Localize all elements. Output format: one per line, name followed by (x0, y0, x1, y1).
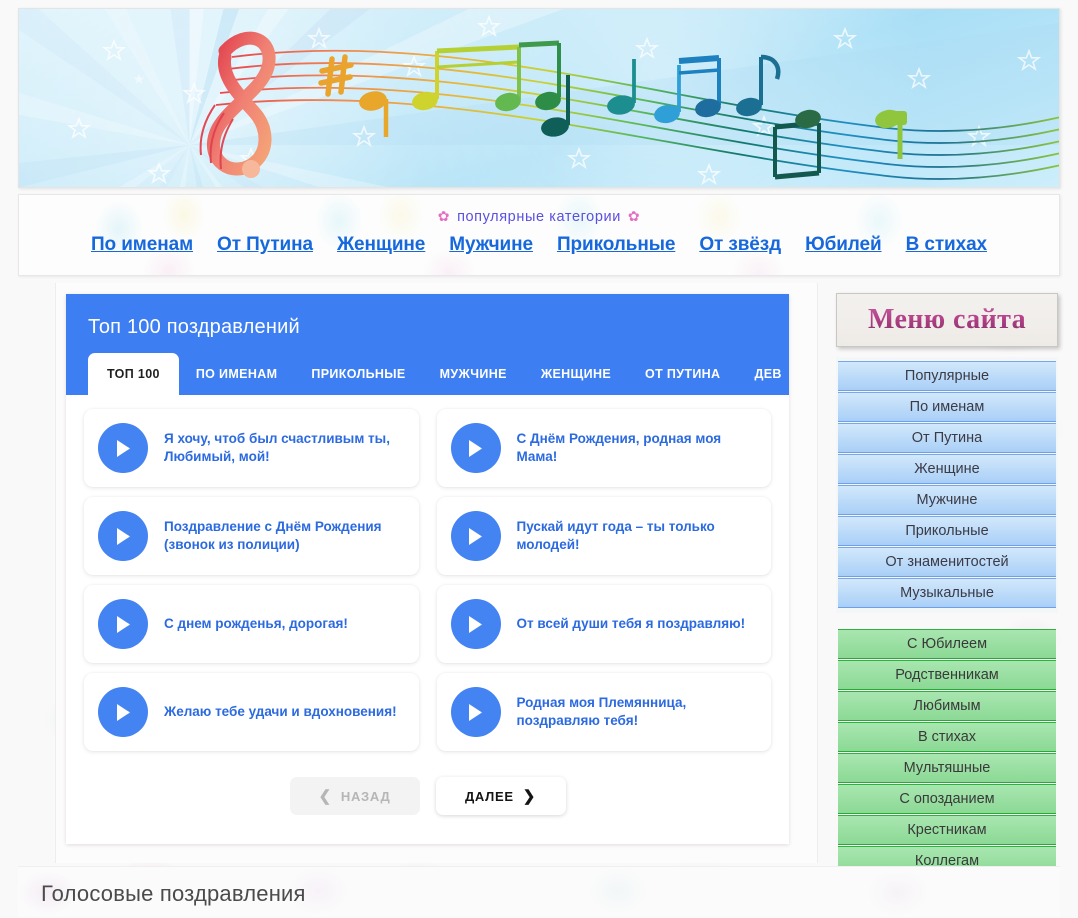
list-item-title: Желаю тебе удачи и вдохновения! (164, 704, 397, 720)
tab-prikolnye[interactable]: ПРИКОЛЬНЫЕ (294, 353, 422, 395)
play-icon[interactable] (450, 687, 501, 737)
top100-widget: Топ 100 поздравлений ТОП 100 ПО ИМЕНАМ П… (66, 294, 789, 844)
music-staff-illustration (68, 16, 1059, 184)
list-item[interactable]: С Днём Рождения, родная моя Мама! (436, 409, 771, 487)
tab-ot-putina[interactable]: ОТ ПУТИНА (628, 353, 737, 395)
list-item-title: Родная моя Племянница, поздравляю тебя! (516, 695, 687, 728)
sidebar-item-s-opozdaniem[interactable]: С опозданием (838, 784, 1056, 814)
top100-body: Я хочу, чтоб был счастливым ты, Любимый,… (66, 395, 789, 815)
popular-categories-nav: ✿ популярные категории ✿ По именам От Пути… (18, 194, 1060, 276)
tab-zhenshchine[interactable]: ЖЕНЩИНЕ (524, 353, 628, 395)
play-icon[interactable] (450, 511, 501, 561)
sidebar-item-prikolnye[interactable]: Прикольные (838, 516, 1056, 546)
main-content-column: Топ 100 поздравлений ТОП 100 ПО ИМЕНАМ П… (55, 283, 818, 863)
sidebar-title: Меню сайта (867, 304, 1026, 335)
tab-dev[interactable]: ДЕВ (737, 353, 789, 395)
sidebar-item-multyashnye[interactable]: Мультяшные (838, 753, 1056, 783)
list-item-title: Пускай идут года – ты только молодей! (516, 519, 715, 552)
play-icon[interactable] (98, 599, 148, 649)
sidebar-item-ot-znamenitostey[interactable]: От знаменитостей (838, 547, 1056, 577)
list-item-title: Я хочу, чтоб был счастливым ты, Любимый,… (164, 431, 390, 464)
top100-title: Топ 100 поздравлений (88, 316, 300, 338)
nav-caption-text: популярные категории (457, 209, 621, 225)
list-item[interactable]: С днем рожденья, дорогая! (84, 585, 419, 663)
sidebar-blue-menu: Популярные По именам От Путина Женщине М… (836, 357, 1058, 613)
nav-link-ot-zvyozd[interactable]: От звёзд (699, 234, 781, 256)
nav-link-v-stikhakh[interactable]: В стихах (906, 234, 988, 256)
nav-link-muzhchine[interactable]: Мужчине (449, 234, 533, 256)
nav-link-yubiley[interactable]: Юбилей (805, 234, 882, 256)
prev-page-button[interactable]: ❮ НАЗАД (289, 777, 420, 815)
play-icon[interactable] (98, 687, 148, 737)
nav-link-zhenshchine[interactable]: Женщине (337, 234, 425, 256)
list-item[interactable]: Поздравление с Днём Рождения (звонок из … (84, 497, 419, 575)
nav-link-ot-putina[interactable]: От Путина (217, 234, 313, 256)
sidebar-item-muzykalnye[interactable]: Музыкальные (838, 578, 1056, 608)
sidebar-item-s-yubileem[interactable]: С Юбилеем (838, 629, 1056, 659)
section-title: Голосовые поздравления (41, 881, 306, 906)
play-icon[interactable] (98, 511, 148, 561)
chevron-left-icon: ❮ (318, 788, 332, 805)
top100-tab-bar: ТОП 100 ПО ИМЕНАМ ПРИКОЛЬНЫЕ МУЖЧИНЕ ЖЕН… (88, 353, 789, 395)
site-menu-sidebar: Меню сайта Популярные По именам От Путин… (836, 293, 1058, 918)
sidebar-item-populyarnye[interactable]: Популярные (838, 361, 1056, 391)
sidebar-item-muzhchine[interactable]: Мужчине (838, 485, 1056, 515)
sidebar-title-box: Меню сайта (836, 293, 1058, 347)
nav-link-po-imenam[interactable]: По именам (91, 234, 193, 256)
sidebar-item-ot-putina[interactable]: От Путина (838, 423, 1056, 453)
play-icon[interactable] (98, 423, 148, 473)
pagination: ❮ НАЗАД ДАЛЕЕ ❯ (84, 777, 771, 815)
play-icon[interactable] (450, 423, 501, 473)
nav-links: По именам От Путина Женщине Мужчине Прик… (19, 234, 1059, 256)
list-item[interactable]: От всей души тебя я поздравляю! (436, 585, 771, 663)
sidebar-item-rodstvennikam[interactable]: Родственникам (838, 660, 1056, 690)
tab-po-imenam[interactable]: ПО ИМЕНАМ (179, 353, 295, 395)
sidebar-item-po-imenam[interactable]: По именам (838, 392, 1056, 422)
play-icon[interactable] (450, 599, 501, 649)
nav-link-prikolnye[interactable]: Прикольные (557, 234, 675, 256)
site-banner (18, 8, 1060, 188)
nav-caption: ✿ популярные категории ✿ (19, 195, 1059, 225)
sidebar-item-zhenshchine[interactable]: Женщине (838, 454, 1056, 484)
sparkle-icon-right: ✿ (627, 208, 641, 224)
tab-muzhchine[interactable]: МУЖЧИНЕ (423, 353, 524, 395)
sidebar-item-v-stikhakh[interactable]: В стихах (838, 722, 1056, 752)
next-page-label: ДАЛЕЕ (464, 788, 514, 804)
list-item-title: От всей души тебя я поздравляю! (516, 616, 746, 632)
sidebar-item-krestnikam[interactable]: Крестникам (838, 815, 1056, 845)
list-item[interactable]: Пускай идут года – ты только молодей! (436, 497, 771, 575)
list-item-title: Поздравление с Днём Рождения (звонок из … (164, 519, 382, 552)
next-page-button[interactable]: ДАЛЕЕ ❯ (435, 777, 566, 815)
top100-header: Топ 100 поздравлений ТОП 100 ПО ИМЕНАМ П… (66, 294, 789, 395)
list-item[interactable]: Родная моя Племянница, поздравляю тебя! (436, 673, 771, 751)
list-item-title: С Днём Рождения, родная моя Мама! (516, 431, 722, 464)
sparkle-icon-left: ✿ (437, 208, 451, 224)
voice-card-grid: Я хочу, чтоб был счастливым ты, Любимый,… (84, 409, 771, 751)
sidebar-item-lyubimym[interactable]: Любимым (838, 691, 1056, 721)
chevron-right-icon: ❯ (522, 788, 537, 805)
list-item[interactable]: Я хочу, чтоб был счастливым ты, Любимый,… (84, 409, 419, 487)
list-item[interactable]: Желаю тебе удачи и вдохновения! (84, 673, 419, 751)
page-root: ✿ популярные категории ✿ По именам От Пути… (0, 0, 1078, 918)
prev-page-label: НАЗАД (340, 788, 391, 804)
voice-greetings-section: Голосовые поздравления (18, 866, 1060, 918)
tab-top-100[interactable]: ТОП 100 (88, 353, 179, 395)
list-item-title: С днем рожденья, дорогая! (164, 616, 348, 632)
